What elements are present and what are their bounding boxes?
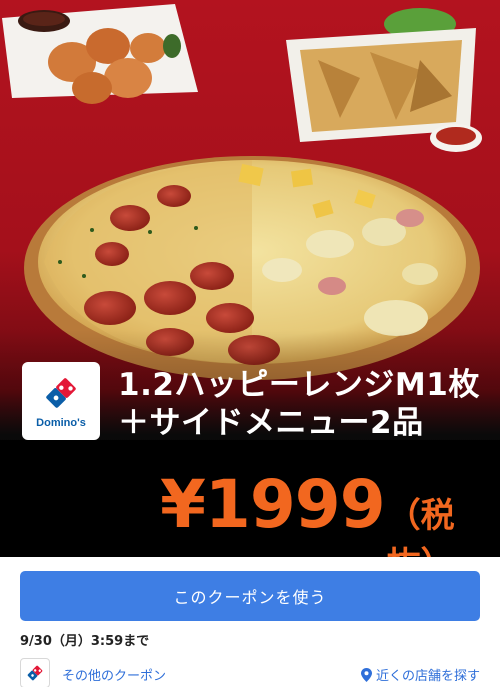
price-amount: ¥1999 xyxy=(160,466,386,543)
nearby-stores-label: 近くの店舗を探す xyxy=(375,669,480,684)
coupon-price: ¥1999 （税抜） xyxy=(160,466,490,558)
nearby-stores-link[interactable]: 近くの店舗を探す xyxy=(360,665,480,684)
use-coupon-button[interactable]: このクーポンを使う xyxy=(20,571,480,621)
dominos-small-logo-icon[interactable] xyxy=(20,658,50,687)
footer-bar: その他のクーポン 近くの店舗を探す xyxy=(0,655,500,687)
map-pin-icon xyxy=(360,667,372,682)
domino-tile-small-icon xyxy=(27,665,43,681)
domino-tile-icon xyxy=(46,378,76,408)
coupon-page: Domino's 1.2ハッピーレンジM1枚 ＋サイドメニュー2品 ¥1999 … xyxy=(0,0,500,687)
chicken-nuggets-image xyxy=(2,4,198,104)
coupon-title-line1: 1.2ハッピーレンジM1枚 xyxy=(118,367,480,403)
price-tax-note: （税抜） xyxy=(386,496,455,557)
expiry-date: 9/30（月）3:59まで xyxy=(20,634,150,649)
dominos-logo: Domino's xyxy=(22,362,100,440)
coupon-title: 1.2ハッピーレンジM1枚 ＋サイドメニュー2品 xyxy=(118,366,493,442)
potato-wedges-image xyxy=(286,8,482,152)
logo-wordmark: Domino's xyxy=(36,417,86,429)
coupon-title-line2: ＋サイドメニュー2品 xyxy=(118,405,424,441)
other-coupons-link[interactable]: その他のクーポン xyxy=(62,665,166,684)
coupon-hero-image: Domino's 1.2ハッピーレンジM1枚 ＋サイドメニュー2品 ¥1999 … xyxy=(0,0,500,557)
